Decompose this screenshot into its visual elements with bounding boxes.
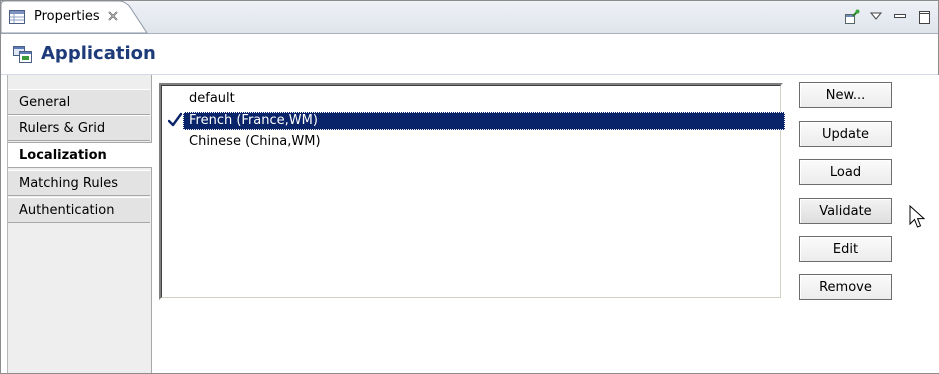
sidebar-item-label: General [19, 95, 71, 110]
sidebar-item-localization[interactable]: Localization [8, 142, 152, 168]
remove-button[interactable]: Remove [799, 274, 892, 300]
locale-label: default [189, 91, 235, 106]
application-icon [13, 46, 33, 64]
maximize-icon[interactable] [916, 9, 932, 25]
section-header: Application [1, 34, 938, 74]
property-tabs: General Rulers & Grid Localization Match… [7, 75, 152, 373]
sidebar-item-label: Localization [19, 148, 107, 163]
locale-list-inner: default French (France,WM) Chinese (Chin… [161, 85, 785, 298]
pin-icon[interactable] [844, 9, 860, 25]
new-button[interactable]: New... [799, 82, 892, 108]
sidebar-item-label: Rulers & Grid [19, 121, 106, 136]
load-button[interactable]: Load [799, 159, 892, 185]
sidebar-item-rulers-grid[interactable]: Rulers & Grid [8, 115, 150, 141]
properties-tab[interactable]: Properties [1, 1, 148, 34]
sidebar-item-authentication[interactable]: Authentication [8, 197, 150, 223]
tab-title: Properties [34, 9, 100, 24]
validate-button[interactable]: Validate [799, 198, 892, 224]
checkmark-icon [167, 112, 183, 128]
page-title: Application [41, 43, 156, 64]
locale-label: Chinese (China,WM) [189, 134, 321, 149]
locale-label: French (France,WM) [183, 112, 785, 130]
view-menu-icon[interactable] [868, 9, 884, 25]
edit-button[interactable]: Edit [799, 236, 892, 262]
update-button[interactable]: Update [799, 121, 892, 147]
sidebar-item-general[interactable]: General [8, 89, 150, 115]
properties-table-icon [9, 10, 25, 24]
view-toolbar [844, 6, 932, 28]
locale-list[interactable]: default French (France,WM) Chinese (Chin… [159, 83, 785, 300]
localization-panel: default French (France,WM) Chinese (Chin… [151, 75, 939, 373]
locale-item-french[interactable]: French (France,WM) [162, 111, 785, 131]
sidebar-item-label: Matching Rules [19, 176, 118, 191]
properties-view: Properties Application General Rulers & … [0, 0, 939, 374]
view-tab-bar: Properties [1, 1, 938, 34]
minimize-icon[interactable] [892, 9, 908, 25]
locale-item-chinese[interactable]: Chinese (China,WM) [162, 132, 780, 152]
locale-item-default[interactable]: default [162, 89, 780, 109]
properties-body: General Rulers & Grid Localization Match… [1, 75, 939, 373]
close-icon[interactable] [106, 9, 120, 23]
sidebar-item-matching-rules[interactable]: Matching Rules [8, 170, 150, 196]
sidebar-item-label: Authentication [19, 203, 115, 218]
